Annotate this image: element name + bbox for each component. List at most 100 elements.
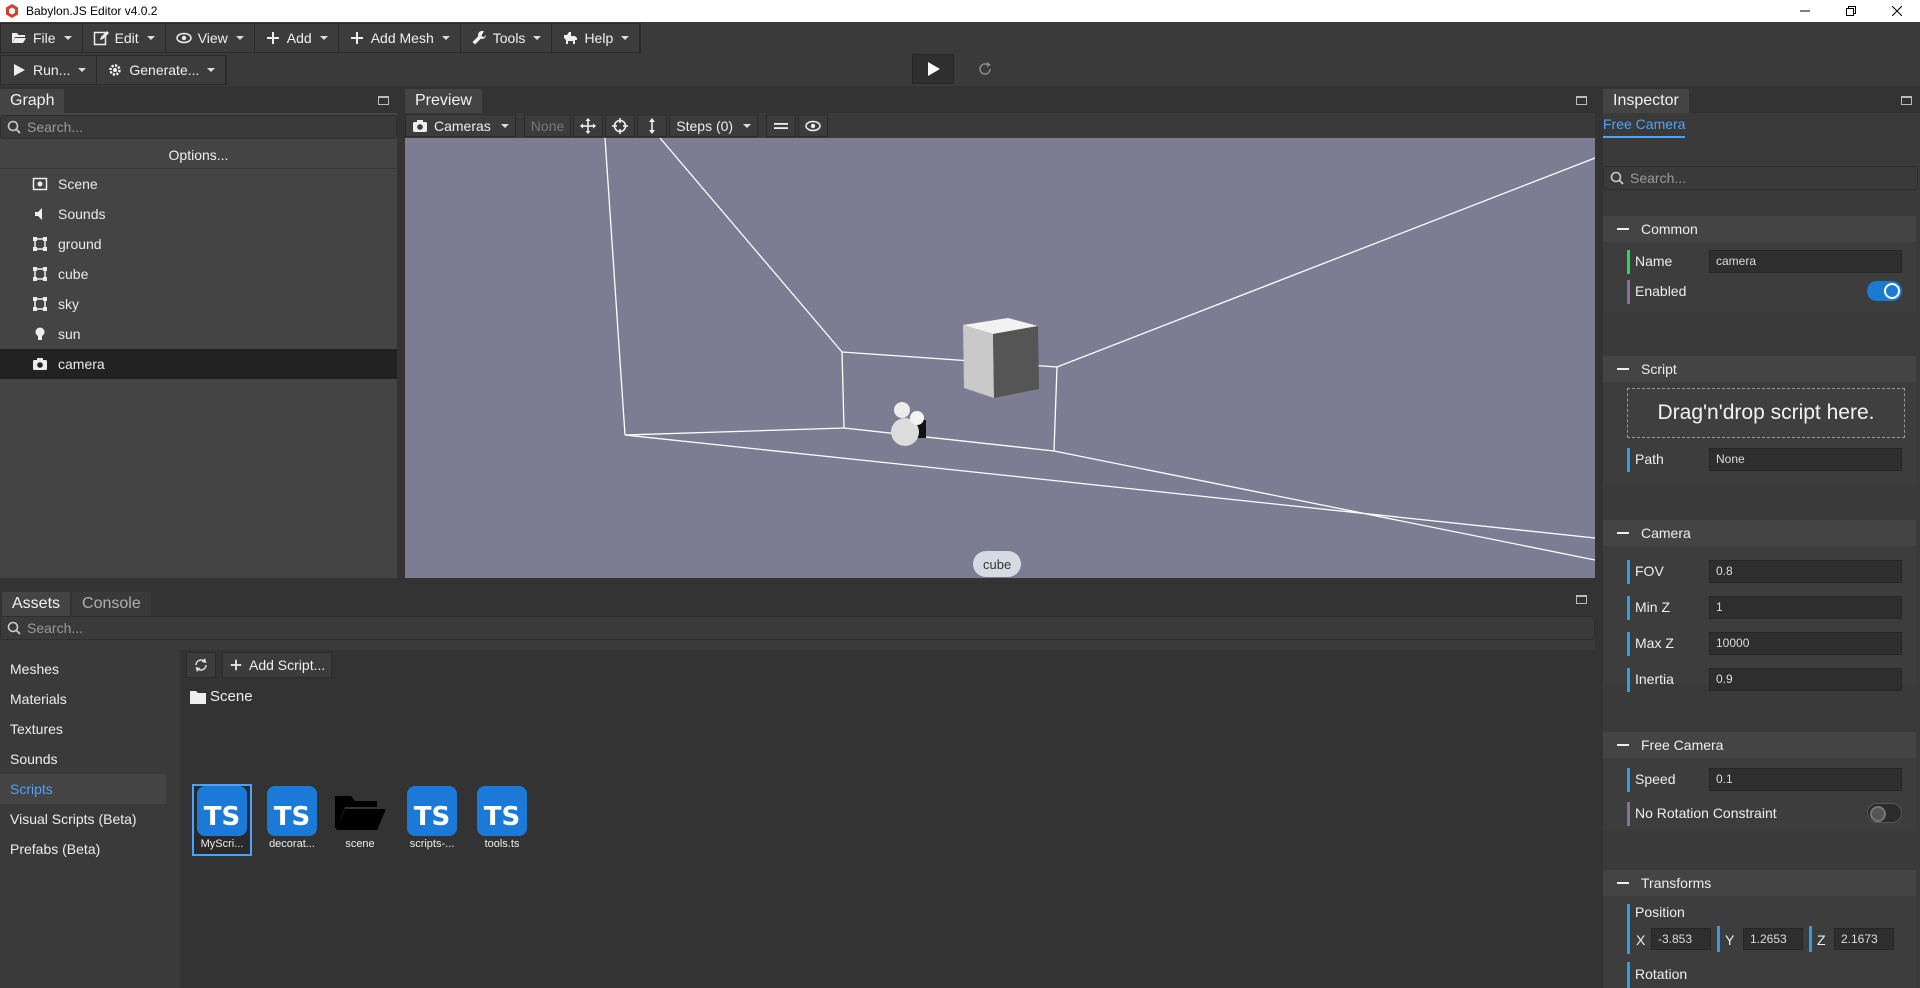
common-section-header[interactable]: Common <box>1603 216 1916 242</box>
preview-toolbar: Cameras None Steps (0) <box>405 113 1595 138</box>
menu-view[interactable]: View <box>166 24 255 52</box>
toolbar-group: Run... Generate... <box>0 55 228 85</box>
generate-menu[interactable]: Generate... <box>97 56 227 84</box>
name-input[interactable]: camera <box>1709 249 1902 273</box>
folder-label: Scene <box>210 688 253 705</box>
minimize-button[interactable] <box>1782 0 1828 22</box>
enabled-toggle[interactable] <box>1867 281 1902 301</box>
asset-folder-scene[interactable]: scene <box>332 786 388 850</box>
restore-button[interactable] <box>1828 0 1874 22</box>
category-scripts[interactable]: Scripts <box>0 774 166 804</box>
menu-edit[interactable]: Edit <box>83 24 166 52</box>
fov-input[interactable]: 0.8 <box>1709 559 1902 583</box>
panel-divider[interactable] <box>397 88 405 578</box>
maxz-input[interactable]: 10000 <box>1709 631 1902 655</box>
play-scene-button[interactable] <box>912 54 954 84</box>
free-camera-section-header[interactable]: Free Camera <box>1603 732 1916 758</box>
cameras-dropdown[interactable]: Cameras <box>405 114 516 137</box>
refresh-icon <box>979 62 991 75</box>
graph-options-button[interactable]: Options... <box>0 141 397 169</box>
tree-item-ground[interactable]: ground <box>0 229 397 259</box>
close-button[interactable] <box>1874 0 1920 22</box>
path-input[interactable]: None <box>1709 447 1902 471</box>
file-name: tools.ts <box>484 838 520 850</box>
maximize-icon[interactable] <box>1576 96 1587 105</box>
run-menu[interactable]: Run... <box>1 56 98 84</box>
tree-item-scene[interactable]: Scene <box>0 169 397 199</box>
position-gizmo-button[interactable] <box>573 114 604 137</box>
category-prefabs[interactable]: Prefabs (Beta) <box>0 834 166 864</box>
tab-inspector[interactable]: Inspector <box>1603 89 1689 113</box>
no-rotation-toggle[interactable] <box>1867 803 1902 823</box>
tree-item-sky[interactable]: sky <box>0 289 397 319</box>
category-visual-scripts[interactable]: Visual Scripts (Beta) <box>0 804 166 834</box>
tab-preview[interactable]: Preview <box>405 89 482 113</box>
tree-item-sun[interactable]: sun <box>0 319 397 349</box>
refresh-button[interactable] <box>186 652 216 678</box>
menu-add[interactable]: Add <box>255 24 339 52</box>
maximize-icon[interactable] <box>1901 96 1912 105</box>
chevron-down-icon <box>319 36 328 40</box>
inspector-search-input[interactable] <box>1630 170 1912 186</box>
category-textures[interactable]: Textures <box>0 714 166 744</box>
gear-icon <box>109 64 122 76</box>
tab-graph[interactable]: Graph <box>0 89 65 113</box>
tab-free-camera[interactable]: Free Camera <box>1603 116 1686 138</box>
speed-input[interactable]: 0.1 <box>1709 767 1902 791</box>
tree-item-label: Scene <box>58 176 98 192</box>
transforms-section-header[interactable]: Transforms <box>1603 870 1916 896</box>
rotation-gizmo-button[interactable] <box>605 114 636 137</box>
field-indicator <box>1627 768 1630 792</box>
menu-tools-label: Tools <box>492 30 526 46</box>
gizmo-none-button[interactable]: None <box>523 114 572 137</box>
file-kind: TS <box>203 802 241 832</box>
grid-toggle-button[interactable] <box>766 114 797 137</box>
category-sounds[interactable]: Sounds <box>0 744 166 774</box>
chevron-down-icon <box>500 123 509 128</box>
tab-assets[interactable]: Assets <box>2 592 71 616</box>
restart-button[interactable] <box>972 56 998 82</box>
play-icon <box>14 64 25 76</box>
inertia-input[interactable]: 0.9 <box>1709 667 1902 691</box>
panel-divider[interactable] <box>1595 88 1603 578</box>
tree-item-cube[interactable]: cube <box>0 259 397 289</box>
tree-item-sounds[interactable]: Sounds <box>0 199 397 229</box>
chevron-down-icon <box>207 68 216 72</box>
secondary-toolbar: Run... Generate... <box>0 54 1920 86</box>
menu-add-mesh[interactable]: Add Mesh <box>339 24 461 52</box>
folder-open-icon <box>335 796 386 830</box>
asset-file-decorators[interactable]: TS decorat... <box>264 786 320 850</box>
asset-file-tools[interactable]: TS tools.ts <box>474 786 530 850</box>
scale-gizmo-button[interactable] <box>637 114 668 137</box>
field-indicator <box>1627 802 1630 826</box>
visibility-toggle-button[interactable] <box>798 114 829 137</box>
section-title: Script <box>1641 361 1677 377</box>
assets-search-input[interactable] <box>27 620 1461 636</box>
scene-icon <box>32 177 48 191</box>
category-materials[interactable]: Materials <box>0 684 166 714</box>
steps-dropdown[interactable]: Steps (0) <box>669 114 759 137</box>
minz-input[interactable]: 1 <box>1709 595 1902 619</box>
position-z-input[interactable]: 2.1673 <box>1834 928 1894 950</box>
asset-file-myscript[interactable]: TS MyScri... <box>192 784 252 856</box>
asset-file-scripts-map[interactable]: TS scripts-... <box>404 786 460 850</box>
category-meshes[interactable]: Meshes <box>0 654 166 684</box>
collapse-icon <box>1617 368 1629 370</box>
menu-tools[interactable]: Tools <box>461 24 553 52</box>
scene-viewport[interactable]: cube <box>405 138 1595 578</box>
maximize-icon[interactable] <box>378 96 389 105</box>
tab-console[interactable]: Console <box>72 592 151 616</box>
menu-file[interactable]: File <box>1 24 83 52</box>
camera-section-header[interactable]: Camera <box>1603 520 1916 546</box>
position-y-input[interactable]: 1.2653 <box>1743 928 1803 950</box>
add-script-button[interactable]: Add Script... <box>222 652 333 678</box>
tree-item-camera[interactable]: camera <box>0 349 397 379</box>
free-camera-section: Free Camera Speed 0.1 No Rotation Constr… <box>1603 732 1916 830</box>
chevron-down-icon <box>235 36 244 40</box>
position-x-input[interactable]: -3.853 <box>1651 928 1711 950</box>
script-section-header[interactable]: Script <box>1603 356 1916 382</box>
script-drop-zone[interactable]: Drag'n'drop script here. <box>1627 388 1905 438</box>
maximize-icon[interactable] <box>1576 595 1587 604</box>
graph-search-input[interactable] <box>27 119 383 135</box>
menu-help[interactable]: Help <box>552 24 641 52</box>
